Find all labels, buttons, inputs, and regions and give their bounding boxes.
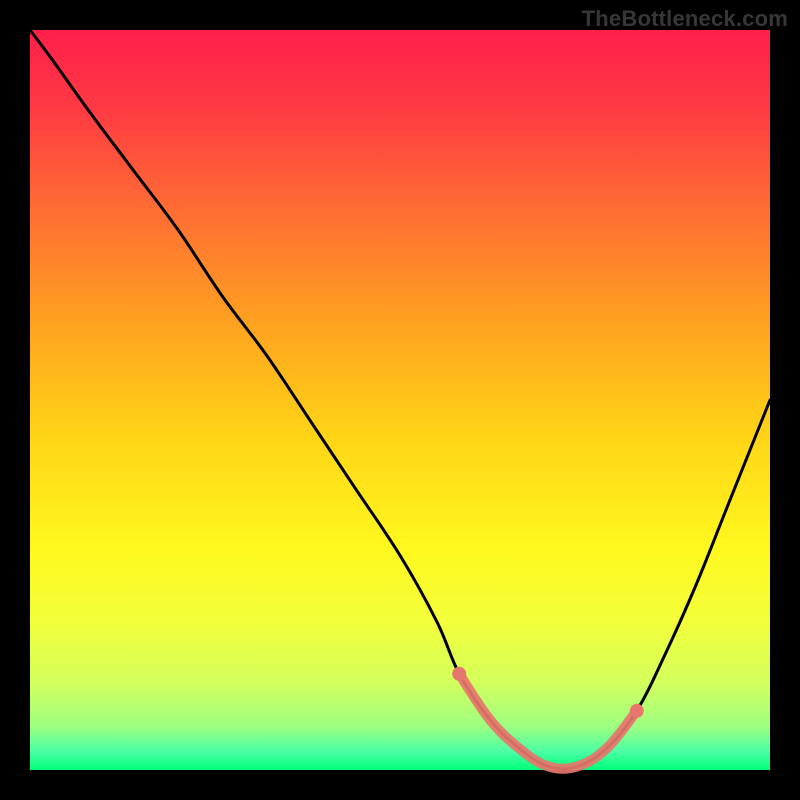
chart-frame: TheBottleneck.com	[0, 0, 800, 800]
bottleneck-chart	[0, 0, 800, 800]
highlight-end-left	[452, 667, 466, 681]
gradient-background	[30, 30, 770, 770]
watermark-text: TheBottleneck.com	[582, 6, 788, 32]
highlight-end-right	[630, 704, 644, 718]
